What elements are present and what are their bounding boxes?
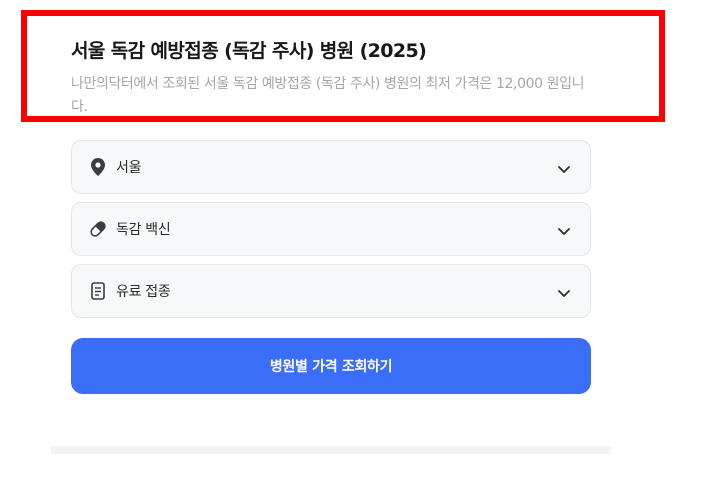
chevron-down-icon — [557, 285, 571, 299]
chevron-down-icon — [557, 161, 571, 175]
page-title: 서울 독감 예방접종 (독감 주사) 병원 (2025) — [71, 40, 427, 62]
vaccine-select-label: 독감 백신 — [116, 222, 171, 238]
section-divider — [51, 446, 611, 454]
chevron-down-icon — [557, 223, 571, 237]
document-icon — [89, 282, 107, 300]
region-select[interactable]: 서울 — [71, 140, 591, 194]
page-description: 나만의닥터에서 조회된 서울 독감 예방접종 (독감 주사) 병원의 최저 가격… — [71, 76, 585, 115]
location-pin-icon — [89, 158, 107, 176]
pill-icon — [89, 220, 107, 238]
search-prices-button[interactable]: 병원별 가격 조회하기 — [71, 338, 591, 394]
vaccine-select[interactable]: 독감 백신 — [71, 202, 591, 256]
region-select-label: 서울 — [116, 160, 142, 176]
payment-type-select-label: 유료 접종 — [116, 284, 171, 300]
payment-type-select[interactable]: 유료 접종 — [71, 264, 591, 318]
